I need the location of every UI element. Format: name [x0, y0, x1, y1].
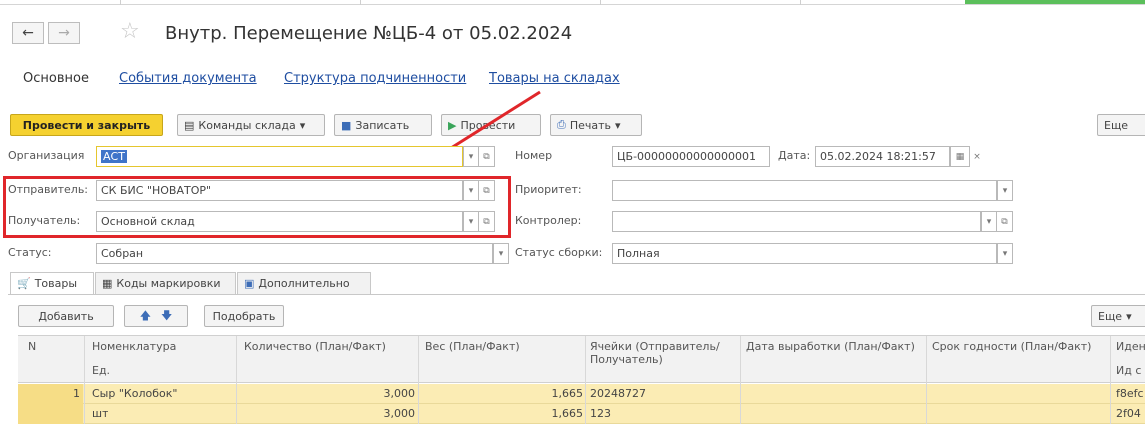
col-separator: [740, 336, 741, 424]
organization-open-icon[interactable]: ⧉: [479, 146, 495, 167]
row-weight: 1,665: [551, 387, 584, 400]
status-field[interactable]: Собран: [96, 243, 493, 264]
save-button[interactable]: ■ Записать: [334, 114, 432, 136]
sender-dropdown-icon[interactable]: ▾: [463, 180, 479, 201]
controller-label: Контролер:: [515, 214, 582, 227]
arrow-right-icon: →: [58, 25, 70, 41]
col-unit[interactable]: Ед.: [92, 364, 110, 378]
row-cells: 123: [590, 407, 611, 420]
printer-icon: ⎙: [557, 118, 566, 131]
row-nomenclature: Сыр "Колобок": [92, 387, 178, 400]
sender-label: Отправитель:: [8, 183, 89, 196]
controller-open-icon[interactable]: ⧉: [997, 211, 1013, 232]
organization-dropdown-icon[interactable]: ▾: [463, 146, 479, 167]
col-separator: [84, 336, 85, 424]
tab-subordination[interactable]: Структура подчиненности: [284, 70, 466, 88]
date-field[interactable]: 05.02.2024 18:21:57: [815, 146, 950, 167]
number-label: Номер: [515, 149, 553, 162]
subtab-marking-codes[interactable]: ▦ Коды маркировки: [95, 272, 236, 294]
controller-dropdown-icon[interactable]: ▾: [981, 211, 997, 232]
chevron-down-icon: ▾: [299, 118, 306, 132]
date-label: Дата:: [778, 149, 811, 162]
additional-icon: ▣: [244, 277, 255, 290]
col-separator: [418, 336, 419, 424]
priority-field[interactable]: [612, 180, 997, 201]
col-separator: [1110, 336, 1111, 424]
chevron-down-icon: ▾: [1126, 309, 1132, 323]
tab-divider: [8, 294, 1145, 295]
col-cells[interactable]: Ячейки (Отправитель/: [590, 340, 720, 354]
back-button[interactable]: ←: [12, 22, 44, 44]
col-id-line2: Ид с: [1116, 364, 1142, 377]
floppy-icon: ■: [341, 118, 352, 132]
move-buttons[interactable]: 🡅 🡇: [124, 305, 188, 327]
col-cells-line2: Получатель): [590, 353, 663, 366]
col-quantity[interactable]: Количество (План/Факт): [244, 340, 386, 354]
col-n[interactable]: N: [28, 340, 36, 354]
forward-button[interactable]: →: [48, 22, 80, 44]
receiver-open-icon[interactable]: ⧉: [479, 211, 495, 232]
col-separator: [926, 336, 927, 424]
print-button[interactable]: ⎙ Печать ▾: [550, 114, 642, 136]
add-row-button[interactable]: Добавить: [18, 305, 114, 327]
receiver-dropdown-icon[interactable]: ▾: [463, 211, 479, 232]
arrow-down-icon[interactable]: 🡇: [161, 307, 172, 326]
organization-label: Организация: [8, 149, 85, 162]
post-button[interactable]: ▶ Провести: [441, 114, 541, 136]
window-tab-strip: [0, 0, 1145, 5]
priority-label: Приоритет:: [515, 183, 582, 196]
tab-warehouse-goods[interactable]: Товары на складах: [489, 70, 620, 88]
assembly-status-field[interactable]: Полная: [612, 243, 997, 264]
col-weight[interactable]: Вес (План/Факт): [425, 340, 520, 354]
page-title: Внутр. Перемещение №ЦБ-4 от 05.02.2024: [165, 23, 573, 44]
col-nomenclature[interactable]: Номенклатура: [92, 340, 176, 354]
assembly-status-label: Статус сборки:: [515, 246, 603, 259]
post-and-close-button[interactable]: Провести и закрыть: [10, 114, 163, 136]
row-id: f8efc: [1116, 387, 1144, 400]
row-unit: шт: [92, 407, 109, 420]
number-field[interactable]: ЦБ-00000000000000001: [612, 146, 770, 167]
table-more-button[interactable]: Еще ▾: [1091, 305, 1145, 327]
warehouse-commands-button[interactable]: ▤ Команды склада ▾: [177, 114, 325, 136]
col-separator: [585, 336, 586, 424]
organization-field[interactable]: АСТ: [96, 146, 463, 167]
receiver-field[interactable]: Основной склад: [96, 211, 463, 232]
receiver-label: Получатель:: [8, 214, 81, 227]
cart-icon: 🛒: [17, 277, 31, 290]
document-icon: ▤: [184, 118, 195, 132]
post-icon: ▶: [448, 118, 457, 132]
col-expiry[interactable]: Срок годности (План/Факт): [932, 340, 1091, 354]
status-dropdown-icon[interactable]: ▾: [493, 243, 509, 264]
row-quantity: 3,000: [383, 387, 416, 400]
col-id[interactable]: Иден: [1116, 340, 1145, 354]
assembly-status-dropdown-icon[interactable]: ▾: [997, 243, 1013, 264]
sender-field[interactable]: СК БИС "НОВАТОР": [96, 180, 463, 201]
more-button[interactable]: Еще: [1097, 114, 1145, 136]
sender-open-icon[interactable]: ⧉: [479, 180, 495, 201]
select-button[interactable]: Подобрать: [204, 305, 284, 327]
calendar-icon[interactable]: ▦: [950, 146, 970, 167]
col-production-date[interactable]: Дата выработки (План/Факт): [746, 340, 915, 354]
row-id: 2f04: [1116, 407, 1141, 420]
row-weight: 1,665: [551, 407, 584, 420]
row-n: 1: [73, 387, 80, 400]
col-separator: [236, 336, 237, 424]
qr-code-icon: ▦: [102, 277, 113, 290]
controller-field[interactable]: [612, 211, 981, 232]
arrow-up-icon[interactable]: 🡅: [140, 307, 151, 326]
favorite-star-icon[interactable]: ☆: [120, 20, 140, 44]
row-cells: 20248727: [590, 387, 646, 400]
status-label: Статус:: [8, 246, 52, 259]
tab-document-events[interactable]: События документа: [119, 70, 257, 88]
chevron-down-icon: ▾: [614, 118, 621, 132]
row-quantity: 3,000: [383, 407, 416, 420]
tab-main[interactable]: Основное: [23, 70, 89, 88]
subtab-goods[interactable]: 🛒 Товары: [10, 272, 94, 294]
clear-icon[interactable]: ×: [970, 146, 984, 167]
priority-dropdown-icon[interactable]: ▾: [997, 180, 1013, 201]
arrow-left-icon: ←: [22, 25, 34, 41]
subtab-additional[interactable]: ▣ Дополнительно: [237, 272, 371, 294]
